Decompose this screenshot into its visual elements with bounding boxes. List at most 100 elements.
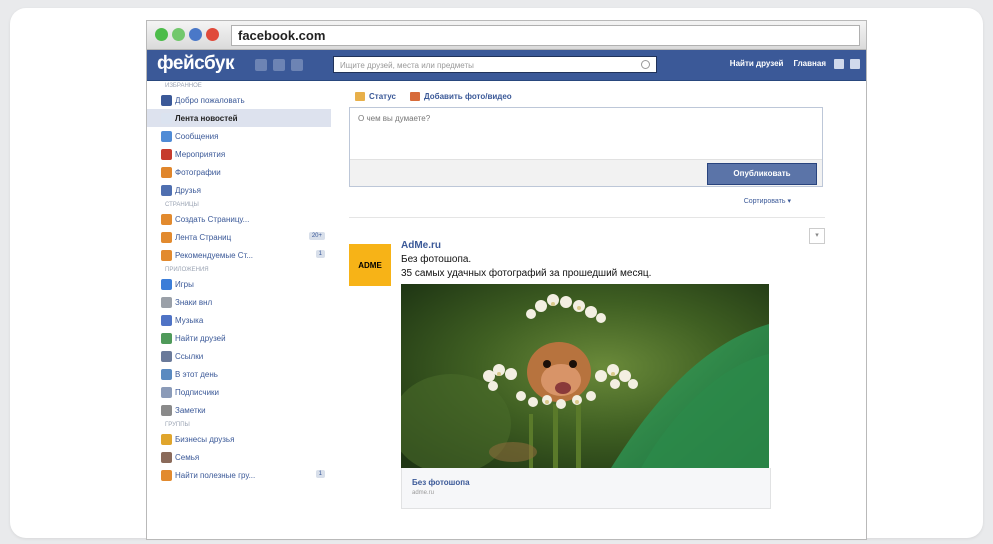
- sidebar-item-label: Бизнесы друзья: [175, 434, 235, 444]
- sidebar-item[interactable]: В этот день: [147, 365, 331, 383]
- search-icon[interactable]: [641, 60, 650, 69]
- post-button[interactable]: Опубликовать: [707, 163, 817, 186]
- music-icon: [161, 315, 172, 326]
- sidebar-item[interactable]: Рекомендуемые Ст... 1: [147, 246, 331, 264]
- avatar[interactable]: ADME: [349, 244, 391, 287]
- sidebar-item-label: В этот день: [175, 369, 218, 379]
- sidebar-section-heading: Приложения: [165, 267, 209, 273]
- sidebar-item[interactable]: Лента Страниц 20+: [147, 228, 331, 246]
- window-close-button[interactable]: [206, 28, 219, 41]
- games-icon: [161, 279, 172, 290]
- groups-icon: [161, 434, 172, 445]
- facebook-logo[interactable]: фейсбук: [157, 53, 235, 75]
- flag-icon: [161, 214, 172, 225]
- sidebar-item[interactable]: Бизнесы друзья: [147, 430, 331, 448]
- pages-recommended-icon: [161, 250, 172, 261]
- post-text: Без фотошопа.: [401, 254, 472, 266]
- sidebar-item[interactable]: Найти друзей: [147, 329, 331, 347]
- sidebar-item-label: Музыка: [175, 315, 204, 325]
- link-title[interactable]: Без фотошопа: [412, 478, 470, 487]
- messages-icon[interactable]: [273, 59, 285, 71]
- sidebar-item-label: Знаки внл: [175, 297, 213, 307]
- home-link[interactable]: Главная: [793, 59, 826, 68]
- privacy-icon[interactable]: [834, 59, 844, 69]
- post-photo[interactable]: [401, 284, 769, 469]
- post-author[interactable]: AdMe.ru: [401, 240, 441, 251]
- photos-icon: [161, 167, 172, 178]
- window-zoom-button[interactable]: [155, 28, 168, 41]
- sidebar-item[interactable]: Найти полезные гру... 1: [147, 466, 331, 484]
- sidebar-item[interactable]: Семья: [147, 448, 331, 466]
- find-friends-icon: [161, 333, 172, 344]
- fb-icon: [161, 95, 172, 106]
- count-badge: 1: [315, 250, 325, 258]
- sidebar-item-label: Друзья: [175, 185, 201, 195]
- sidebar-item-label: Заметки: [175, 405, 206, 415]
- friend-requests-icon[interactable]: [255, 59, 267, 71]
- sidebar-item[interactable]: Ссылки: [147, 347, 331, 365]
- sidebar-item[interactable]: Подписчики: [147, 383, 331, 401]
- address-bar[interactable]: facebook.com: [231, 25, 860, 46]
- sidebar-item[interactable]: Знаки внл: [147, 293, 331, 311]
- link-domain: adme.ru: [412, 490, 435, 497]
- status-input[interactable]: О чем вы думаете?: [350, 108, 822, 160]
- browser-window: facebook.com фейсбук Ищите друзей, места…: [146, 20, 867, 540]
- sidebar-section-heading: Группы: [165, 422, 190, 428]
- sidebar-item[interactable]: Лента новостей: [147, 109, 331, 127]
- sidebar-item-label: Сообщения: [175, 131, 219, 141]
- links-icon: [161, 351, 172, 362]
- divider: [349, 217, 825, 219]
- messages-icon: [161, 131, 172, 142]
- sidebar-item-label: Семья: [175, 452, 200, 462]
- friends-icon: [161, 185, 172, 196]
- sidebar-section-heading: Страницы: [165, 202, 199, 208]
- calendar-icon: [161, 149, 172, 160]
- feed-post: ▾ ADME AdMe.ru Без фотошопа. 35 самых уд…: [349, 228, 825, 512]
- sidebar-item-label: Ссылки: [175, 351, 204, 361]
- count-badge: 1: [315, 470, 325, 478]
- sidebar-item-label: Лента Страниц: [175, 232, 232, 242]
- sidebar-item-label: Рекомендуемые Ст...: [175, 250, 254, 260]
- sidebar-item[interactable]: Игры: [147, 275, 331, 293]
- count-badge: 20+: [308, 232, 325, 240]
- family-icon: [161, 452, 172, 463]
- search-input[interactable]: Ищите друзей, места или предметы: [333, 56, 657, 73]
- sidebar-item[interactable]: Создать Страницу...: [147, 210, 331, 228]
- sidebar-item-label: Мероприятия: [175, 149, 226, 159]
- search-placeholder: Ищите друзей, места или предметы: [340, 61, 474, 70]
- find-groups-icon: [161, 470, 172, 481]
- find-friends-link[interactable]: Найти друзей: [730, 59, 784, 68]
- clock-icon: [161, 369, 172, 380]
- sidebar-section-heading: Избранное: [165, 83, 202, 89]
- add-photo-tab[interactable]: Добавить фото/видео: [409, 92, 512, 102]
- hamster-flower-photo: [401, 284, 769, 469]
- sort-link[interactable]: Сортировать ▾: [349, 197, 825, 205]
- link-preview[interactable]: Без фотошопа adme.ru: [401, 468, 771, 510]
- sidebar-item[interactable]: Мероприятия: [147, 145, 331, 163]
- sidebar-item[interactable]: Друзья: [147, 181, 331, 199]
- window-tab-dot[interactable]: [189, 28, 202, 41]
- sidebar-item-label: Подписчики: [175, 387, 220, 397]
- news-feed-icon: [161, 113, 172, 124]
- sidebar-item-label: Найти друзей: [175, 333, 226, 343]
- sidebar-item[interactable]: Сообщения: [147, 127, 331, 145]
- sidebar-item[interactable]: Заметки: [147, 401, 331, 419]
- status-composer: О чем вы думаете? Опубликовать: [349, 107, 823, 188]
- add-photo-label: Добавить фото/видео: [423, 92, 512, 101]
- gear-icon: [161, 297, 172, 308]
- followers-icon: [161, 387, 172, 398]
- sidebar-item-label: Фотографии: [175, 167, 221, 177]
- sidebar-item[interactable]: Фотографии: [147, 163, 331, 181]
- notifications-icon[interactable]: [291, 59, 303, 71]
- sort-label: Сортировать: [743, 198, 786, 206]
- sidebar-item[interactable]: Добро пожаловать: [147, 91, 331, 109]
- left-sidebar: Избранное Добро пожаловать Лента новостей С…: [147, 80, 331, 484]
- sidebar-item[interactable]: Музыка: [147, 311, 331, 329]
- status-tab[interactable]: Статус: [355, 92, 396, 102]
- window-minimize-button[interactable]: [172, 28, 185, 41]
- pages-feed-icon: [161, 232, 172, 243]
- chevron-down-icon[interactable]: ▾: [809, 228, 825, 245]
- news-feed: Статус Добавить фото/видео О чем вы дума…: [349, 80, 825, 512]
- settings-icon[interactable]: [850, 59, 860, 69]
- sidebar-item-label: Лента новостей: [175, 113, 238, 123]
